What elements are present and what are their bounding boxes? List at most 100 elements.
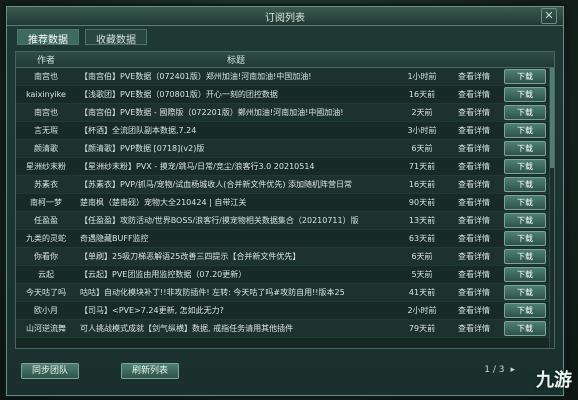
row-author: 你看你	[34, 252, 58, 261]
row-title: 【颜清歌】PVP数据 [0718](v2)版	[80, 144, 205, 153]
download-button[interactable]: 下载	[504, 195, 546, 210]
view-details-link[interactable]: 查看详情	[448, 107, 500, 118]
view-details-link[interactable]: 查看详情	[448, 143, 500, 154]
row-author: 欧小月	[34, 306, 58, 315]
download-button[interactable]: 下载	[504, 69, 546, 84]
download-button[interactable]: 下载	[504, 123, 546, 138]
pagination: 1 / 3 ▸	[484, 365, 515, 375]
row-author: 星洲纱末粉	[26, 162, 66, 171]
view-details-link[interactable]: 查看详情	[448, 125, 500, 136]
header-detail	[448, 52, 500, 67]
row-author: 山河逆流舞	[26, 324, 66, 333]
download-cell: 下载	[500, 195, 550, 210]
row-title: 咕咕】自动化模块补丁!!非攻防插件! 左转: 今天咕了吗#攻防自用!!版本25	[80, 288, 345, 297]
view-details-link[interactable]: 查看详情	[448, 215, 500, 226]
row-time: 1小时前	[407, 72, 437, 81]
close-icon[interactable]: ✕	[541, 8, 557, 24]
row-author: 任盈盈	[34, 216, 58, 225]
next-page-icon[interactable]: ▸	[504, 365, 515, 375]
view-details-link[interactable]: 查看详情	[448, 251, 500, 262]
subscription-table: 作者 标题 南宫也 【南宫伯】PVE数据（072401版）郑州加油!河南加油!中国…	[15, 51, 555, 349]
download-button[interactable]: 下载	[504, 177, 546, 192]
scrollbar-thumb[interactable]	[550, 68, 554, 168]
row-title: 【司马】<PVE>7.24更新, 怎如此无力?	[80, 306, 224, 315]
row-time: 2小时前	[407, 306, 437, 315]
download-button[interactable]: 下载	[504, 105, 546, 120]
row-time: 16天前	[408, 180, 436, 189]
download-cell: 下载	[500, 141, 550, 156]
download-button[interactable]: 下载	[504, 249, 546, 264]
table-row: 南柯一梦 楚南枫（楚南砚）宠物大全210424 | 自带江关 90天前 查看详情 下载	[16, 194, 554, 212]
row-author: 九类的灵蛇	[26, 234, 66, 243]
row-author: kaixinyike	[26, 90, 66, 99]
view-details-link[interactable]: 查看详情	[448, 305, 500, 316]
row-title: 【任盈盈】攻防活动/世界BOSS/浪客行/摸宠物相关数据集合（20210711）…	[80, 216, 359, 225]
row-title: 【浅歌团】PVE数据（070801版）开心一刻的团控数据	[80, 90, 278, 99]
download-cell: 下载	[500, 69, 550, 84]
row-title: 可人挑战模式成就【剑气纵横】数据, 戒指任务请用其他插件	[80, 324, 294, 333]
table-row: 九类的灵蛇 奇遇隐藏BUFF监控 63天前 查看详情 下载	[16, 230, 554, 248]
row-time: 79天前	[408, 324, 436, 333]
table-row: 云起 【云起】PVE团监由用监控数据（07.20更新） 5天前 查看详情 下载	[16, 266, 554, 284]
view-details-link[interactable]: 查看详情	[448, 323, 500, 334]
view-details-link[interactable]: 查看详情	[448, 89, 500, 100]
download-button[interactable]: 下载	[504, 321, 546, 336]
download-button[interactable]: 下载	[504, 231, 546, 246]
download-button[interactable]: 下载	[504, 303, 546, 318]
download-cell: 下载	[500, 159, 550, 174]
download-button[interactable]: 下载	[504, 87, 546, 102]
row-title: 【南宫伯】PVE数据（072401版）郑州加油!河南加油!中国加油!	[80, 72, 312, 81]
table-row: 言无瑕 【杯酒】全流团队副本数据,7.24 3小时前 查看详情 下载	[16, 122, 554, 140]
table-scrollbar[interactable]	[549, 68, 554, 348]
table-header: 作者 标题	[16, 52, 554, 68]
page-indicator: 1 / 3	[484, 365, 505, 375]
table-row: 南宫也 【南宫伯】PVE数据 - 國際版（072201版）鄭州加油!河南加油!中國…	[16, 104, 554, 122]
row-title: 楚南枫（楚南砚）宠物大全210424 | 自带江关	[80, 198, 247, 207]
view-details-link[interactable]: 查看详情	[448, 71, 500, 82]
download-cell: 下载	[500, 231, 550, 246]
table-row: 星洲纱末粉 【星洲纱末粉】PVX - 摸宠/跳马/日常/竞尘/浪客行3.0 202…	[16, 158, 554, 176]
table-body: 南宫也 【南宫伯】PVE数据（072401版）郑州加油!河南加油!中国加油! 1小时…	[16, 68, 554, 338]
table-row: 苏素衣 【苏素衣】PVP/抓马/宠物/试血杨城收人(合并新文件优先) 添加随机阵营…	[16, 176, 554, 194]
row-author: 南柯一梦	[30, 198, 62, 207]
download-cell: 下载	[500, 177, 550, 192]
row-time: 5天前	[411, 270, 433, 279]
download-cell: 下载	[500, 87, 550, 102]
download-cell: 下载	[500, 249, 550, 264]
refresh-list-button[interactable]: 刷新列表	[121, 363, 180, 379]
view-details-link[interactable]: 查看详情	[448, 197, 500, 208]
row-title: 奇遇隐藏BUFF监控	[80, 234, 149, 243]
tab-favorites[interactable]: 收藏数据	[85, 29, 147, 46]
tab-recommended[interactable]: 推荐数据	[17, 29, 79, 46]
download-cell: 下载	[500, 267, 550, 282]
download-button[interactable]: 下载	[504, 213, 546, 228]
view-details-link[interactable]: 查看详情	[448, 233, 500, 244]
download-button[interactable]: 下载	[504, 267, 546, 282]
view-details-link[interactable]: 查看详情	[448, 161, 500, 172]
view-details-link[interactable]: 查看详情	[448, 179, 500, 190]
view-details-link[interactable]: 查看详情	[448, 269, 500, 280]
row-time: 6天前	[411, 252, 433, 261]
row-title: 【星洲纱末粉】PVX - 摸宠/跳马/日常/竞尘/浪客行3.0 20210514	[80, 162, 315, 171]
download-button[interactable]: 下载	[504, 159, 546, 174]
download-cell: 下载	[500, 303, 550, 318]
table-row: 你看你 【单刷】25吸刀梯恶解语25改善三四提示【合并新文件优先】 6天前 查看详情下…	[16, 248, 554, 266]
table-row: 山河逆流舞 可人挑战模式成就【剑气纵横】数据, 戒指任务请用其他插件 79天前 查看详…	[16, 320, 554, 338]
download-cell: 下载	[500, 285, 550, 300]
row-time: 41天前	[408, 288, 436, 297]
row-title: 【杯酒】全流团队副本数据,7.24	[80, 126, 197, 135]
sync-team-button[interactable]: 同步团队	[21, 363, 80, 379]
download-button[interactable]: 下载	[504, 285, 546, 300]
window-titlebar: 订阅列表 ✕	[7, 7, 563, 26]
table-row: 颜清歌 【颜清歌】PVP数据 [0718](v2)版 6天前 查看详情 下载	[16, 140, 554, 158]
watermark-logo: 九游	[536, 370, 572, 391]
view-details-link[interactable]: 查看详情	[448, 287, 500, 298]
window-title: 订阅列表	[265, 13, 305, 24]
download-button[interactable]: 下载	[504, 141, 546, 156]
row-author: 今天咕了吗	[26, 288, 66, 297]
row-author: 苏素衣	[34, 180, 58, 189]
footer-bar: 同步团队 刷新列表 1 / 3 ▸	[15, 357, 555, 383]
table-row: 欧小月 【司马】<PVE>7.24更新, 怎如此无力? 2小时前 查看详情 下载	[16, 302, 554, 320]
header-author: 作者	[36, 56, 55, 66]
row-time: 2天前	[411, 108, 433, 117]
